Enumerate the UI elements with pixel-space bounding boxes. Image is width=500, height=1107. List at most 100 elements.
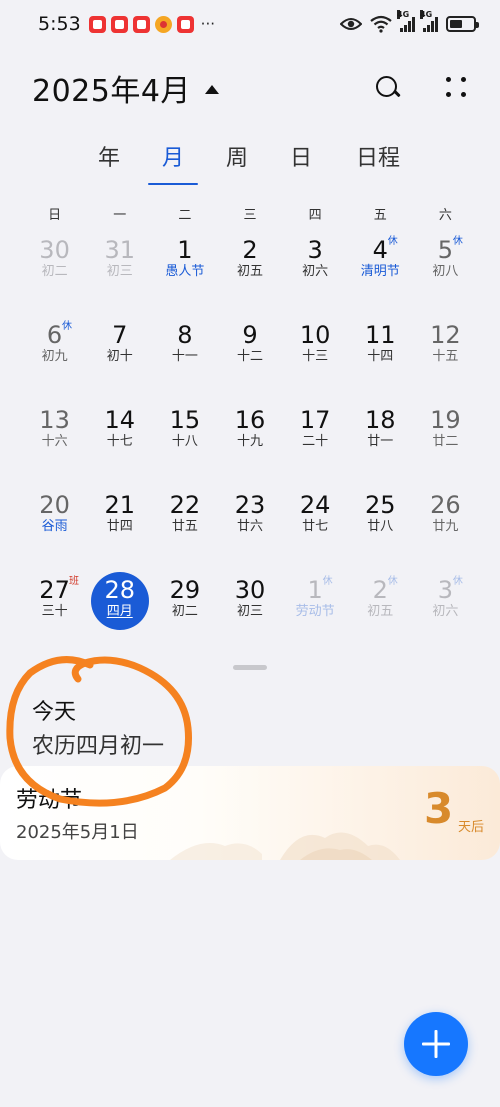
lunar-day: 初三 (236, 604, 263, 619)
day-number: 2 (372, 576, 388, 604)
calendar-day[interactable]: 1 劳动节 休 (283, 572, 348, 657)
tab-day[interactable]: 日 (269, 140, 333, 186)
lunar-day: 初九 (41, 349, 68, 364)
signal-type-label: 4G (397, 10, 410, 19)
xiaohongshu-notification-icon (88, 15, 106, 33)
lunar-day: 初十 (106, 349, 133, 364)
lunar-day: 廿四 (106, 519, 133, 534)
rest-day-badge: 休 (452, 576, 463, 587)
tab-year[interactable]: 年 (77, 140, 141, 186)
calendar-day[interactable]: 29 初二 (152, 572, 217, 657)
header-actions (376, 76, 468, 100)
month-title[interactable]: 2025年4月 (32, 66, 191, 110)
calendar-day[interactable]: 20 谷雨 (22, 487, 87, 572)
calendar-day[interactable]: 18 廿一 (348, 402, 413, 487)
weekday-label: 一 (113, 208, 127, 223)
weekday-label: 二 (178, 208, 192, 223)
calendar-header: 2025年4月 (0, 60, 500, 116)
day-number: 3 (307, 236, 323, 264)
day-number: 1 (177, 236, 193, 264)
calendar-day[interactable]: 2 初五 休 (348, 572, 413, 657)
calendar-day[interactable]: 11 十四 (348, 317, 413, 402)
lunar-day: 初八 (432, 264, 459, 279)
countdown-unit: 天后 (458, 820, 485, 835)
holiday-label: 愚人节 (165, 264, 205, 279)
calendar-day[interactable]: 24 廿七 (283, 487, 348, 572)
day-number: 1 (307, 576, 323, 604)
calendar-day[interactable]: 30 初二 (22, 232, 87, 317)
calendar-day[interactable]: 5 初八 休 (413, 232, 478, 317)
tab-month[interactable]: 月 (141, 140, 205, 186)
calendar-day[interactable]: 17 二十 (283, 402, 348, 487)
day-number: 18 (365, 406, 396, 434)
weibo-notification-icon (154, 15, 172, 33)
day-number: 11 (365, 321, 396, 349)
lunar-day: 初五 (236, 264, 263, 279)
tab-week[interactable]: 周 (205, 140, 269, 186)
day-number: 21 (104, 491, 135, 519)
day-number: 19 (430, 406, 461, 434)
day-number: 25 (365, 491, 396, 519)
lunar-day: 十六 (41, 434, 68, 449)
rest-day-badge: 休 (322, 576, 333, 587)
add-event-button[interactable] (404, 1012, 468, 1076)
month-grid: 30 初二 31 初三 1 愚人节 2 初五 3 初六 4 清明节休 5 初八休 6 初九休 7 初十 8 十一 9 十二… (22, 232, 478, 657)
lunar-day: 廿五 (171, 519, 198, 534)
day-number: 10 (299, 321, 331, 349)
caret-up-icon[interactable] (204, 84, 219, 94)
calendar-day[interactable]: 6 初九 休 (22, 317, 87, 402)
lunar-day: 十九 (236, 434, 263, 449)
calendar-day[interactable]: 8 十一 (152, 317, 217, 402)
lunar-day: 十三 (302, 349, 329, 364)
view-tabs: 年 月 周 日 日程 (0, 140, 500, 186)
tab-schedule[interactable]: 日程 (333, 140, 423, 186)
lunar-day: 二十 (302, 434, 329, 449)
day-number: 2 (242, 236, 258, 264)
grid-dots-icon[interactable] (446, 77, 468, 99)
calendar-day[interactable]: 16 十九 (217, 402, 282, 487)
weekday-header: 日 一 二 三 四 五 六 (22, 204, 478, 223)
calendar-day[interactable]: 4 清明节 休 (348, 232, 413, 317)
day-number: 5 (437, 236, 454, 264)
rest-day-badge: 休 (387, 576, 398, 587)
calendar-day[interactable]: 14 十七 (87, 402, 152, 487)
calendar-day[interactable]: 21 廿四 (87, 487, 152, 572)
calendar-day[interactable]: 30 初三 (217, 572, 282, 657)
xiaohongshu-notification-icon (176, 15, 194, 33)
countdown-number: 3 (424, 784, 454, 833)
calendar-day[interactable]: 1 愚人节 (152, 232, 217, 317)
calendar-day[interactable]: 27 三十班 (22, 572, 87, 657)
day-number: 3 (437, 576, 454, 604)
status-right: 4G 4G (340, 10, 479, 33)
calendar-day[interactable]: 13 十六 (22, 402, 87, 487)
calendar-day[interactable]: 23 廿六 (217, 487, 282, 572)
rest-day-badge: 休 (387, 236, 398, 247)
calendar-day[interactable]: 22 廿五 (152, 487, 217, 572)
calendar-day[interactable]: 3 初六 (283, 232, 348, 317)
calendar-day[interactable]: 31 初三 (87, 232, 152, 317)
calendar-day[interactable]: 10 十三 (283, 317, 348, 402)
calendar-day[interactable]: 26 廿九 (413, 487, 478, 572)
calendar-day-today[interactable]: 28 四月 (87, 572, 152, 657)
drag-handle[interactable] (233, 665, 267, 670)
lunar-day: 初二 (171, 604, 198, 619)
holiday-countdown-card[interactable]: 劳动节 2025年5月1日 3 天后 (0, 766, 500, 860)
calendar-day[interactable]: 15 十八 (152, 402, 217, 487)
lunar-day: 廿八 (367, 519, 394, 534)
lunar-day: 廿一 (367, 434, 394, 449)
day-number: 24 (299, 491, 331, 519)
weekday-label: 六 (438, 208, 452, 223)
holiday-label: 谷雨 (41, 519, 68, 534)
calendar-day[interactable]: 2 初五 (217, 232, 282, 317)
lunar-day: 十一 (171, 349, 198, 364)
calendar-day[interactable]: 9 十二 (217, 317, 282, 402)
calendar-day[interactable]: 25 廿八 (348, 487, 413, 572)
day-number: 13 (39, 406, 70, 434)
calendar-day[interactable]: 12 十五 (413, 317, 478, 402)
calendar-day[interactable]: 19 廿二 (413, 402, 478, 487)
calendar-day[interactable]: 3 初六 休 (413, 572, 478, 657)
day-number: 7 (112, 321, 128, 349)
lunar-day: 初三 (106, 264, 133, 279)
search-icon[interactable] (376, 76, 400, 100)
calendar-day[interactable]: 7 初十 (87, 317, 152, 402)
